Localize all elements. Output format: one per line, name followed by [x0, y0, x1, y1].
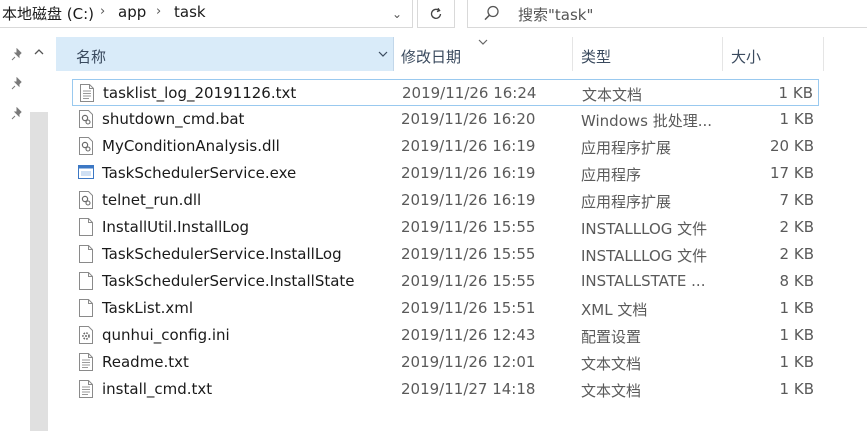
- file-type: 应用程序扩展: [581, 139, 672, 157]
- column-header-type-label: 类型: [581, 48, 612, 66]
- file-size: 1 KB: [779, 326, 814, 344]
- breadcrumb-chevron-icon[interactable]: ›: [100, 4, 105, 19]
- file-modified-date: 2019/11/27 14:18: [401, 380, 536, 398]
- navigation-scrollbar[interactable]: [30, 112, 48, 431]
- column-header-name[interactable]: 名称: [56, 37, 394, 71]
- scroll-up-chevron-icon[interactable]: [30, 42, 48, 60]
- file-type: 配置设置: [581, 328, 642, 346]
- address-history-chevron-down-icon[interactable]: ⌄: [382, 0, 412, 27]
- file-modified-date: 2019/11/26 16:19: [401, 191, 536, 209]
- file-name: shutdown_cmd.bat: [102, 110, 245, 128]
- breadcrumb-app[interactable]: app: [118, 3, 146, 21]
- blank-file-icon: [78, 299, 94, 317]
- file-modified-date: 2019/11/26 12:01: [401, 353, 536, 371]
- file-name: MyConditionAnalysis.dll: [102, 137, 280, 155]
- file-modified-date: 2019/11/26 15:55: [401, 218, 536, 236]
- file-row[interactable]: TaskList.xml 2019/11/26 15:51 XML 文档 1 KB: [72, 295, 819, 322]
- file-row[interactable]: TaskSchedulerService.InstallLog 2019/11/2…: [72, 241, 819, 268]
- file-modified-date: 2019/11/26 15:55: [401, 245, 536, 263]
- file-row[interactable]: InstallUtil.InstallLog 2019/11/26 15:55 IN…: [72, 214, 819, 241]
- file-type: 文本文档: [581, 355, 642, 373]
- file-size: 8 KB: [779, 272, 814, 290]
- file-row[interactable]: TaskSchedulerService.exe 2019/11/26 16:19…: [72, 160, 819, 187]
- dll-file-icon: [78, 137, 94, 155]
- file-type: 应用程序扩展: [581, 193, 672, 211]
- file-name: TaskSchedulerService.InstallState: [102, 272, 355, 290]
- file-modified-date: 2019/11/26 12:43: [401, 326, 536, 344]
- breadcrumb-task[interactable]: task: [174, 3, 206, 21]
- file-type: INSTALLLOG 文件: [581, 220, 708, 238]
- file-modified-date: 2019/11/26 16:19: [401, 137, 536, 155]
- file-type: 文本文档: [581, 382, 642, 400]
- file-size: 2 KB: [779, 218, 814, 236]
- pin-icon[interactable]: [10, 77, 24, 91]
- column-header-date-label: 修改日期: [401, 48, 462, 66]
- column-header-name-label: 名称: [76, 48, 107, 66]
- file-name: tasklist_log_20191126.txt: [103, 84, 297, 102]
- file-row[interactable]: tasklist_log_20191126.txt 2019/11/26 16:2…: [72, 79, 819, 106]
- file-size: 1 KB: [778, 84, 813, 102]
- file-name: install_cmd.txt: [102, 380, 213, 398]
- config-file-icon: [78, 326, 94, 344]
- file-type: INSTALLLOG 文件: [581, 247, 708, 265]
- text-file-icon: [79, 84, 95, 102]
- file-size: 1 KB: [779, 110, 814, 128]
- column-divider[interactable]: [823, 37, 824, 71]
- file-row[interactable]: Readme.txt 2019/11/26 12:01 文本文档 1 KB: [72, 349, 819, 376]
- file-size: 2 KB: [779, 245, 814, 263]
- column-header-type[interactable]: 类型: [573, 37, 721, 71]
- file-size: 17 KB: [770, 164, 814, 182]
- refresh-icon: [430, 7, 442, 19]
- file-type: INSTALLSTATE ...: [581, 272, 706, 290]
- file-type: 应用程序: [581, 166, 642, 184]
- column-header-size-label: 大小: [731, 48, 762, 66]
- file-size: 1 KB: [779, 353, 814, 371]
- file-modified-date: 2019/11/26 15:55: [401, 272, 536, 290]
- file-name: qunhui_config.ini: [102, 326, 230, 344]
- blank-file-icon: [78, 218, 94, 236]
- blank-file-icon: [78, 245, 94, 263]
- file-row[interactable]: shutdown_cmd.bat 2019/11/26 16:20 Windows …: [72, 106, 819, 133]
- file-row[interactable]: install_cmd.txt 2019/11/27 14:18 文本文档 1 KB: [72, 376, 819, 403]
- file-row[interactable]: MyConditionAnalysis.dll 2019/11/26 16:19 应…: [72, 133, 819, 160]
- file-row[interactable]: TaskSchedulerService.InstallState 2019/11…: [72, 268, 819, 295]
- pin-icon[interactable]: [10, 107, 24, 121]
- text-file-icon: [78, 353, 94, 371]
- address-bar[interactable]: 本地磁盘 (C:) › app › task ⌄: [0, 0, 413, 28]
- file-size: 1 KB: [779, 299, 814, 317]
- file-modified-date: 2019/11/26 16:20: [401, 110, 536, 128]
- column-header-date[interactable]: 修改日期: [394, 37, 572, 71]
- file-size: 7 KB: [779, 191, 814, 209]
- file-type: Windows 批处理...: [581, 112, 713, 130]
- file-modified-date: 2019/11/26 16:24: [402, 84, 537, 102]
- refresh-button[interactable]: [417, 0, 455, 28]
- file-name: InstallUtil.InstallLog: [102, 218, 250, 236]
- file-modified-date: 2019/11/26 15:51: [401, 299, 536, 317]
- column-header-size[interactable]: 大小: [723, 37, 823, 71]
- file-name: TaskSchedulerService.InstallLog: [102, 245, 342, 263]
- search-input[interactable]: 搜索"task": [518, 4, 593, 25]
- search-box[interactable]: 搜索"task": [467, 0, 867, 28]
- file-type: 文本文档: [582, 86, 643, 104]
- breadcrumb-chevron-icon[interactable]: ›: [156, 4, 161, 19]
- batch-file-icon: [78, 110, 94, 128]
- file-row[interactable]: telnet_run.dll 2019/11/26 16:19 应用程序扩展 7 KB: [72, 187, 819, 214]
- name-filter-chevron-down-icon[interactable]: [374, 37, 392, 71]
- pin-icon[interactable]: [10, 48, 24, 62]
- file-modified-date: 2019/11/26 16:19: [401, 164, 536, 182]
- file-type: XML 文档: [581, 301, 648, 319]
- breadcrumb-drive[interactable]: 本地磁盘 (C:): [2, 3, 94, 24]
- file-name: TaskSchedulerService.exe: [102, 164, 297, 182]
- exe-file-icon: [78, 164, 94, 182]
- file-row[interactable]: qunhui_config.ini 2019/11/26 12:43 配置设置 1 K…: [72, 322, 819, 349]
- dll-file-icon: [78, 191, 94, 209]
- file-size: 20 KB: [770, 137, 814, 155]
- file-name: telnet_run.dll: [102, 191, 202, 209]
- text-file-icon: [78, 380, 94, 398]
- file-name: TaskList.xml: [102, 299, 194, 317]
- file-name: Readme.txt: [102, 353, 189, 371]
- file-size: 1 KB: [779, 380, 814, 398]
- search-icon: [484, 5, 499, 21]
- blank-file-icon: [78, 272, 94, 290]
